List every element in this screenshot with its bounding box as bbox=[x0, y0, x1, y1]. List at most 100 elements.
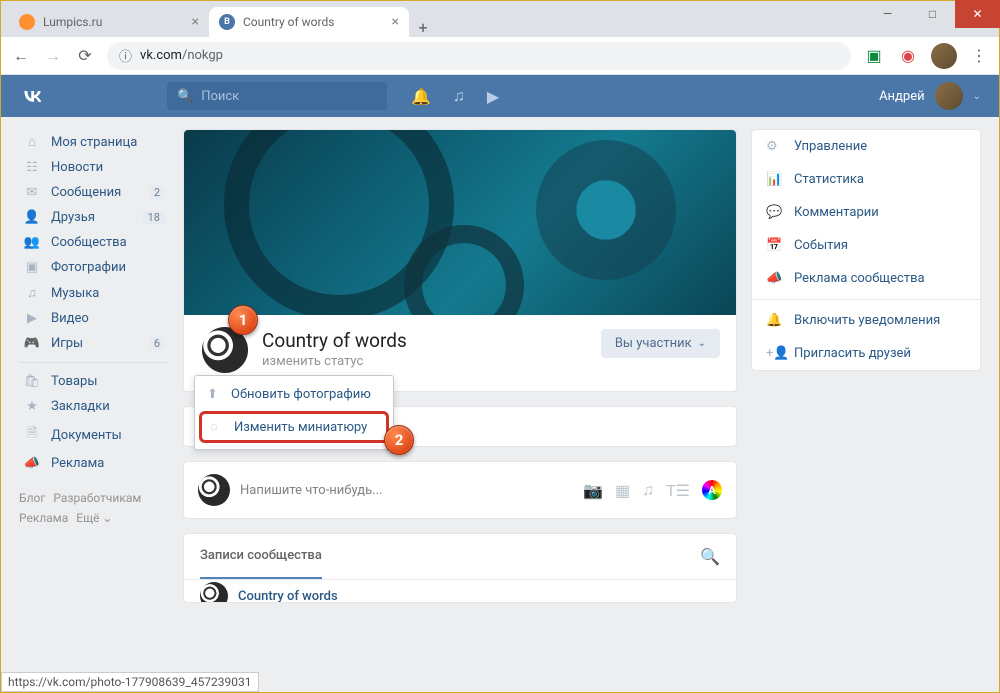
notifications-icon[interactable]: 🔔 bbox=[411, 87, 431, 106]
vk-header: 🔍 Поиск 🔔 ♫ ▶ Андрей ⌄ bbox=[1, 75, 999, 117]
extension-icon[interactable]: ◉ bbox=[897, 45, 919, 67]
wall-search-icon[interactable]: 🔍 bbox=[700, 547, 720, 566]
group-cover-image[interactable] bbox=[184, 130, 736, 315]
chrome-profile-avatar[interactable] bbox=[931, 43, 957, 69]
avatar-dropdown-menu: ⬆ Обновить фотографию ◌ Изменить миниатю… bbox=[194, 375, 394, 450]
vk-logo[interactable] bbox=[19, 82, 47, 110]
panel-stats[interactable]: 📊Статистика bbox=[752, 163, 980, 196]
panel-notifications[interactable]: 🔔Включить уведомления bbox=[752, 304, 980, 337]
url-host: vk.com bbox=[140, 48, 182, 63]
panel-comments[interactable]: 💬Комментарии bbox=[752, 196, 980, 229]
sidebar-item-messages[interactable]: ✉Сообщения2 bbox=[19, 180, 169, 205]
friends-icon: 👤 bbox=[23, 210, 41, 225]
post-author[interactable]: Country of words bbox=[238, 589, 338, 603]
footer-link-more[interactable]: Ещё ⌄ bbox=[76, 511, 112, 525]
panel-manage[interactable]: ⚙Управление bbox=[752, 130, 980, 163]
sidebar-item-profile[interactable]: ⌂Моя страница bbox=[19, 129, 169, 155]
attach-music-icon[interactable]: ♫ bbox=[642, 480, 654, 500]
attach-video-icon[interactable]: ▦ bbox=[615, 481, 630, 500]
window-maximize[interactable]: □ bbox=[910, 0, 955, 28]
attach-more-icon[interactable]: T☰ bbox=[666, 481, 690, 500]
post-composer[interactable]: Напишите что-нибудь... 📷 ▦ ♫ T☰ A bbox=[184, 462, 736, 518]
camera-icon: ▣ bbox=[23, 260, 41, 275]
tab-title: Lumpics.ru bbox=[43, 15, 102, 29]
bell-icon: 🔔 bbox=[766, 313, 782, 328]
groups-icon: 👥 bbox=[23, 235, 41, 250]
panel-events[interactable]: 📅События bbox=[752, 229, 980, 262]
games-icon: 🎮 bbox=[23, 336, 41, 351]
panel-ads[interactable]: 📣Реклама сообщества bbox=[752, 262, 980, 295]
attach-photo-icon[interactable]: 📷 bbox=[583, 481, 603, 500]
nav-forward-icon[interactable]: → bbox=[43, 46, 63, 66]
footer-link-dev[interactable]: Разработчикам bbox=[53, 491, 141, 505]
tab-close-icon[interactable]: × bbox=[392, 14, 399, 30]
sidebar-item-photos[interactable]: ▣Фотографии bbox=[19, 255, 169, 280]
invite-icon: +👤 bbox=[766, 346, 782, 361]
gear-icon: ⚙ bbox=[766, 139, 782, 154]
vk-user-menu[interactable]: Андрей ⌄ bbox=[879, 82, 981, 110]
comments-icon: 💬 bbox=[766, 205, 782, 220]
ads-icon: 📣 bbox=[23, 456, 41, 471]
window-close[interactable]: ✕ bbox=[955, 0, 1000, 28]
docs-icon: 🗎 bbox=[23, 424, 41, 446]
browser-tab-strip: Lumpics.ru × B Country of words × + bbox=[1, 1, 999, 37]
sidebar-item-market[interactable]: 🛍Товары bbox=[19, 369, 169, 394]
news-icon: ☷ bbox=[23, 160, 41, 175]
nav-reload-icon[interactable]: ⟳ bbox=[75, 46, 95, 65]
admin-panel: ⚙Управление 📊Статистика 💬Комментарии 📅Со… bbox=[751, 129, 981, 371]
extension-icon[interactable]: ▣ bbox=[863, 45, 885, 67]
window-controls: — □ ✕ bbox=[865, 0, 1000, 28]
site-info-icon[interactable]: ⓘ bbox=[119, 46, 132, 65]
footer-link-ads[interactable]: Реклама bbox=[19, 511, 68, 525]
left-sidebar: ⌂Моя страница ☷Новости ✉Сообщения2 👤Друз… bbox=[19, 129, 169, 680]
window-minimize[interactable]: — bbox=[865, 0, 910, 28]
sidebar-footer: Блог Разработчикам Реклама Ещё ⌄ bbox=[19, 488, 169, 529]
music-icon[interactable]: ♫ bbox=[453, 86, 465, 106]
sidebar-item-groups[interactable]: 👥Сообщества bbox=[19, 230, 169, 255]
play-icon[interactable]: ▶ bbox=[487, 87, 499, 106]
sidebar-item-docs[interactable]: 🗎Документы bbox=[19, 419, 169, 451]
address-bar: ← → ⟳ ⓘ vk.com/nokgp ▣ ◉ ⋮ bbox=[1, 37, 999, 75]
chrome-menu-icon[interactable]: ⋮ bbox=[969, 46, 989, 65]
calendar-icon: 📅 bbox=[766, 238, 782, 253]
vk-search-input[interactable]: 🔍 Поиск bbox=[167, 82, 387, 110]
market-icon: 🛍 bbox=[23, 374, 41, 389]
sidebar-item-bookmarks[interactable]: ★Закладки bbox=[19, 394, 169, 419]
sidebar-item-news[interactable]: ☷Новости bbox=[19, 155, 169, 180]
tab-close-icon[interactable]: × bbox=[192, 14, 199, 30]
membership-button[interactable]: Вы участник ⌄ bbox=[601, 329, 720, 358]
menu-update-photo[interactable]: ⬆ Обновить фотографию bbox=[195, 380, 393, 409]
group-title: Country of words bbox=[262, 329, 407, 352]
wall-tab-posts[interactable]: Записи сообщества bbox=[200, 534, 322, 579]
vk-user-avatar bbox=[935, 82, 963, 110]
url-input[interactable]: ⓘ vk.com/nokgp bbox=[107, 42, 851, 70]
stats-icon: 📊 bbox=[766, 172, 782, 187]
group-status-edit[interactable]: изменить статус bbox=[262, 354, 407, 369]
chevron-down-icon: ⌄ bbox=[973, 91, 981, 102]
post-avatar[interactable] bbox=[200, 582, 228, 602]
sidebar-item-music[interactable]: ♫Музыка bbox=[19, 280, 169, 306]
composer-input[interactable]: Напишите что-нибудь... bbox=[240, 483, 573, 498]
sidebar-item-games[interactable]: 🎮Игры6 bbox=[19, 331, 169, 356]
badge: 2 bbox=[149, 186, 165, 199]
sidebar-item-friends[interactable]: 👤Друзья18 bbox=[19, 205, 169, 230]
video-icon: ▶ bbox=[23, 311, 41, 326]
sidebar-item-video[interactable]: ▶Видео bbox=[19, 306, 169, 331]
vk-username: Андрей bbox=[879, 89, 925, 104]
home-icon: ⌂ bbox=[23, 134, 41, 150]
footer-link-blog[interactable]: Блог bbox=[19, 491, 45, 505]
badge: 6 bbox=[149, 337, 165, 350]
megaphone-icon: 📣 bbox=[766, 271, 782, 286]
panel-invite[interactable]: +👤Пригласить друзей bbox=[752, 337, 980, 370]
sidebar-item-ads[interactable]: 📣Реклама bbox=[19, 451, 169, 476]
menu-change-thumbnail[interactable]: ◌ Изменить миниатюру bbox=[199, 411, 389, 443]
browser-tab-vk[interactable]: B Country of words × bbox=[209, 7, 409, 37]
poster-icon[interactable]: A bbox=[702, 480, 722, 500]
nav-back-icon[interactable]: ← bbox=[11, 46, 31, 66]
search-placeholder: Поиск bbox=[201, 89, 239, 104]
new-tab-button[interactable]: + bbox=[409, 18, 437, 37]
browser-tab-lumpics[interactable]: Lumpics.ru × bbox=[9, 7, 209, 37]
crop-icon: ◌ bbox=[210, 419, 224, 435]
message-icon: ✉ bbox=[23, 185, 41, 200]
chevron-down-icon: ⌄ bbox=[698, 338, 706, 349]
